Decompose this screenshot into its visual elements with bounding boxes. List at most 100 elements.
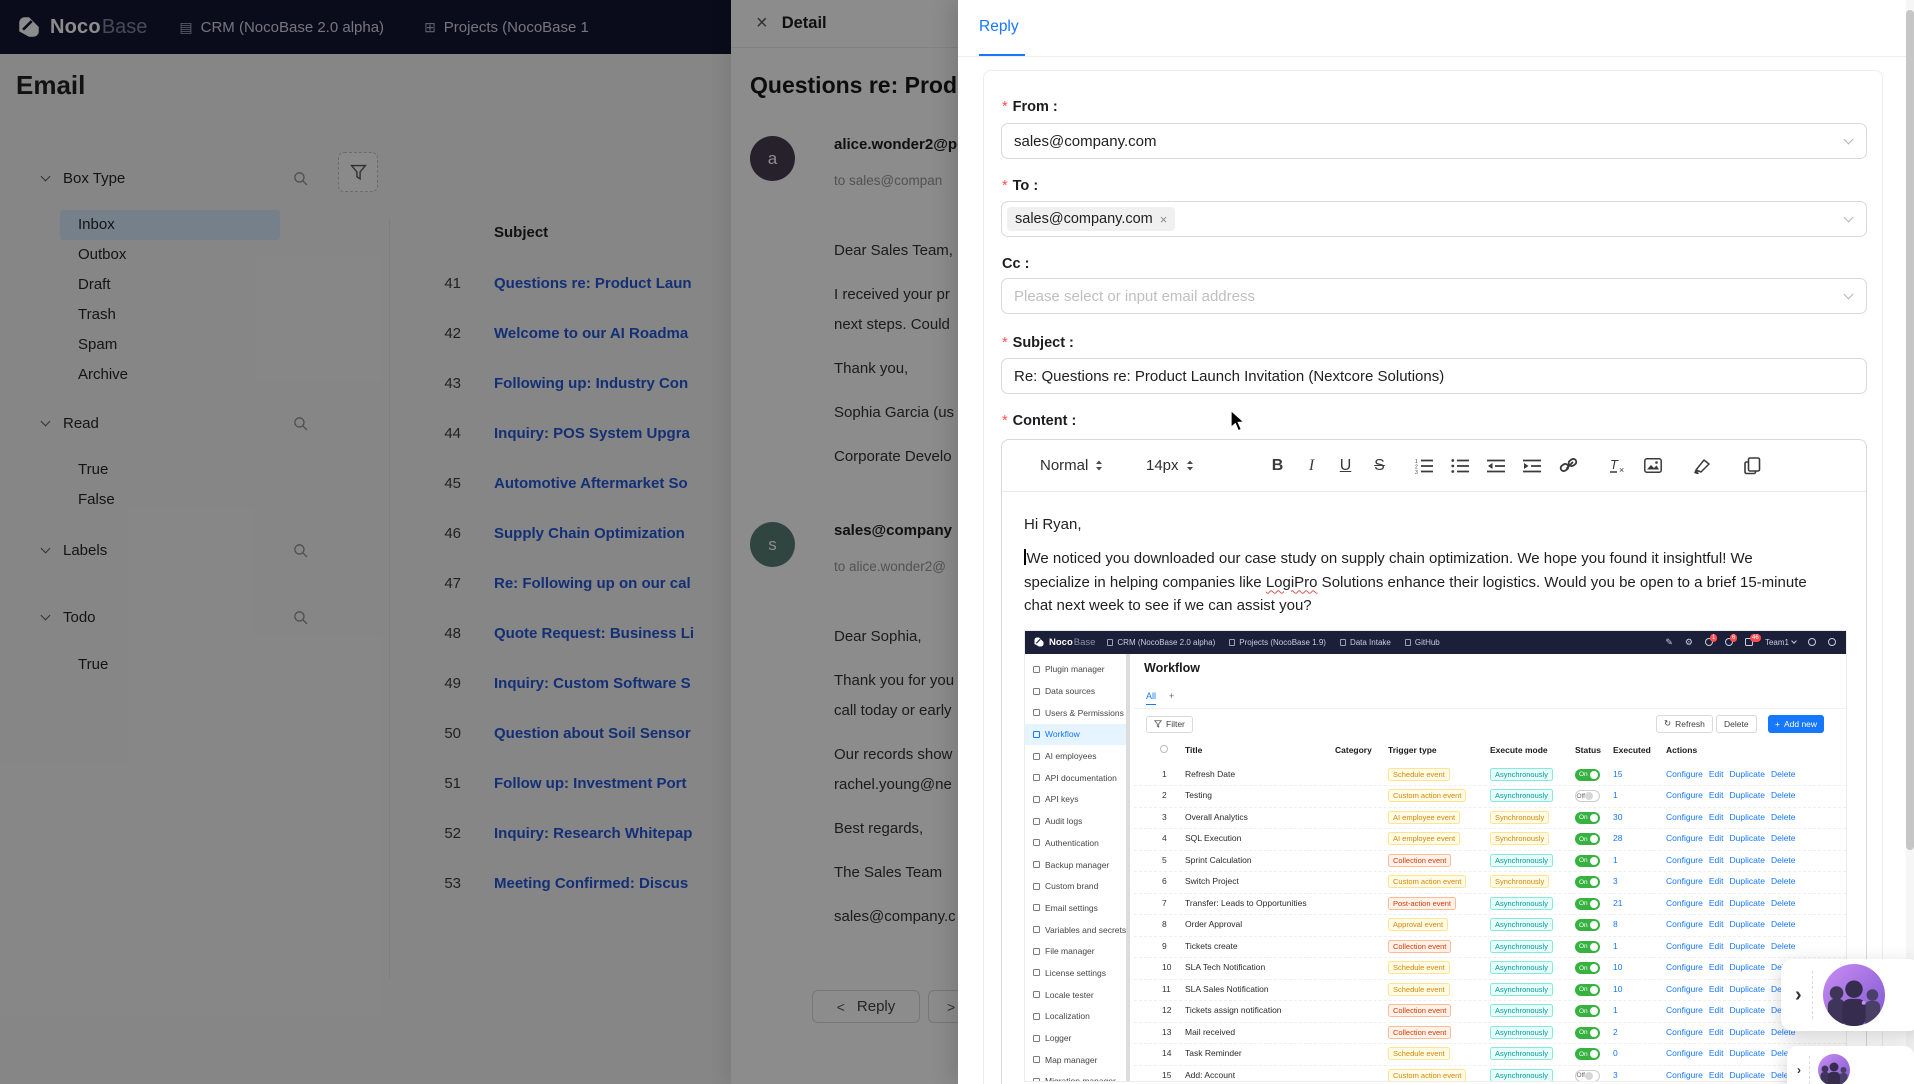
column-category: Category [1335,745,1372,755]
mini-duplicate-link: Duplicate [1730,855,1765,865]
mini-sidebar-item: Users & Permissions [1025,702,1126,724]
ordered-list-icon[interactable]: 123 [1415,458,1434,474]
mini-nocobase-logo: Noco Base [1033,636,1095,648]
mini-workflow-row: 4 SQL Execution AI employee event Synchr… [1134,829,1846,851]
subject-field[interactable] [1001,358,1867,394]
mini-sidebar-icon [1033,926,1040,933]
plus-icon: + [1775,719,1780,729]
column-executed: Executed [1613,745,1651,755]
updown-icon [1095,459,1103,472]
scrollbar-thumb[interactable] [1906,10,1914,850]
text-style-button[interactable]: I [1304,457,1319,475]
tab-reply[interactable]: Reply [979,0,1019,57]
mini-configure-link: Configure [1666,1048,1703,1058]
remove-tag-icon[interactable]: × [1160,212,1168,227]
editor-content[interactable]: Hi Ryan, We noticed you downloaded our c… [1002,492,1866,1082]
mini-workflow-title: Transfer: Leads to Opportunities [1185,898,1307,908]
ai-employee-widget-small[interactable]: › [1787,1046,1914,1084]
mini-duplicate-link: Duplicate [1730,876,1765,886]
mini-workflow-title: Testing [1185,790,1212,800]
mini-trigger-tag: Custom action event [1388,789,1466,802]
cc-input[interactable] [1014,288,1824,305]
mini-workflow-title: Tickets create [1185,941,1238,951]
scrollbar[interactable] [1906,0,1914,1084]
chevron-down-icon [1844,135,1854,145]
mini-logo-text: Base [1074,637,1096,648]
mini-executed-count: 1 [1613,1005,1618,1015]
chevron-expand-icon[interactable]: › [1795,984,1802,1007]
mini-executed-count: 30 [1613,812,1622,822]
mini-sidebar-label: Audit logs [1045,816,1082,826]
embedded-screenshot-image[interactable]: Noco Base CRM (NocoBase 2.0 alpha)Projec… [1024,630,1847,1082]
mini-execute-mode-tag: Asynchronously [1490,789,1553,802]
mini-trigger-tag: Schedule event [1388,768,1450,781]
mini-sidebar-icon [1033,753,1040,760]
text-caret [1024,549,1026,565]
mini-header-menu: CRM (NocoBase 2.0 alpha)Projects (NocoBa… [1107,638,1439,647]
mini-status-switch: Off [1575,790,1600,802]
mini-delete-button: Delete [1716,715,1757,733]
bullet-list-icon[interactable] [1451,458,1470,474]
image-icon[interactable] [1644,458,1662,473]
mini-menu-label: Data Intake [1350,638,1391,647]
format-select[interactable]: Normal [1040,457,1128,474]
mini-status-switch: On [1575,833,1600,845]
mini-delete-link: Delete [1771,898,1796,908]
mini-row-number: 15 [1162,1070,1171,1080]
refresh-icon: ↻ [1664,718,1671,729]
mini-configure-link: Configure [1666,812,1703,822]
mini-edit-link: Edit [1709,876,1724,886]
text-style-button[interactable]: B [1270,457,1285,475]
indent-icon[interactable] [1523,458,1542,474]
clear-format-icon[interactable]: T× [1609,457,1627,475]
history-icon [1808,638,1816,646]
mini-sidebar-item: Audit logs [1025,810,1126,832]
chevron-expand-icon[interactable]: › [1797,1063,1801,1077]
ai-team-avatar-small[interactable] [1818,1054,1850,1084]
mini-workflow-page: Workflow All + Filter ↻Refresh Delete +A… [1134,654,1846,1081]
reply-form-card: *From : sales@company.com *To : sales@co… [983,70,1883,1084]
mini-configure-link: Configure [1666,1005,1703,1015]
mini-edit-link: Edit [1709,941,1724,951]
mini-sidebar-label: Locale tester [1045,990,1094,1000]
mini-edit-link: Edit [1709,812,1724,822]
mini-sidebar-label: Custom brand [1045,881,1098,891]
mini-delete-link: Delete [1771,855,1796,865]
text-style-button[interactable]: U [1338,457,1353,475]
from-select[interactable]: sales@company.com [1001,123,1867,159]
outdent-icon[interactable] [1487,458,1506,474]
mini-row-number: 4 [1162,833,1167,843]
cc-select[interactable] [1001,278,1867,314]
to-select[interactable]: sales@company.com × [1001,201,1867,237]
mini-sidebar-item: Backup manager [1025,854,1126,876]
recipient-tag: sales@company.com × [1007,207,1175,231]
text-style-button[interactable]: S [1372,457,1387,475]
mini-workflow-title: Overall Analytics [1185,812,1248,822]
mini-executed-count: 15 [1613,769,1622,779]
mini-workflow-row: 12 Tickets assign notification Collectio… [1134,1001,1846,1023]
mini-table-header: Title Category Trigger type Execute mode… [1134,745,1846,762]
mini-executed-count: 10 [1613,984,1622,994]
content-label: *Content : [1002,413,1076,429]
ai-team-avatar[interactable] [1823,964,1885,1026]
mini-edit-link: Edit [1709,769,1724,779]
mini-filter-label: Filter [1166,719,1185,729]
mini-workflow-row: 9 Tickets create Collection event Asynch… [1134,937,1846,959]
highlighter-icon[interactable] [1693,457,1713,474]
mini-menu-item: Data Intake [1340,638,1391,647]
mini-menu-icon [1229,639,1235,646]
ai-employees-widget[interactable]: › [1781,959,1914,1031]
font-size-select[interactable]: 14px [1146,457,1222,474]
mini-sidebar-item: Data sources [1025,680,1126,702]
mini-workflow-title: Switch Project [1185,876,1239,886]
mini-row-number: 10 [1162,962,1171,972]
mini-status-switch: On [1575,941,1600,953]
mini-sidebar-item: Authentication [1025,832,1126,854]
mini-workflow-row: 5 Sprint Calculation Collection event As… [1134,851,1846,873]
link-icon[interactable] [1559,457,1578,474]
mini-edit-link: Edit [1709,1048,1724,1058]
to-label-text: To : [1013,178,1039,194]
copy-icon[interactable] [1744,457,1761,475]
subject-input[interactable] [1014,368,1824,385]
mini-execute-mode-tag: Asynchronously [1490,897,1553,910]
